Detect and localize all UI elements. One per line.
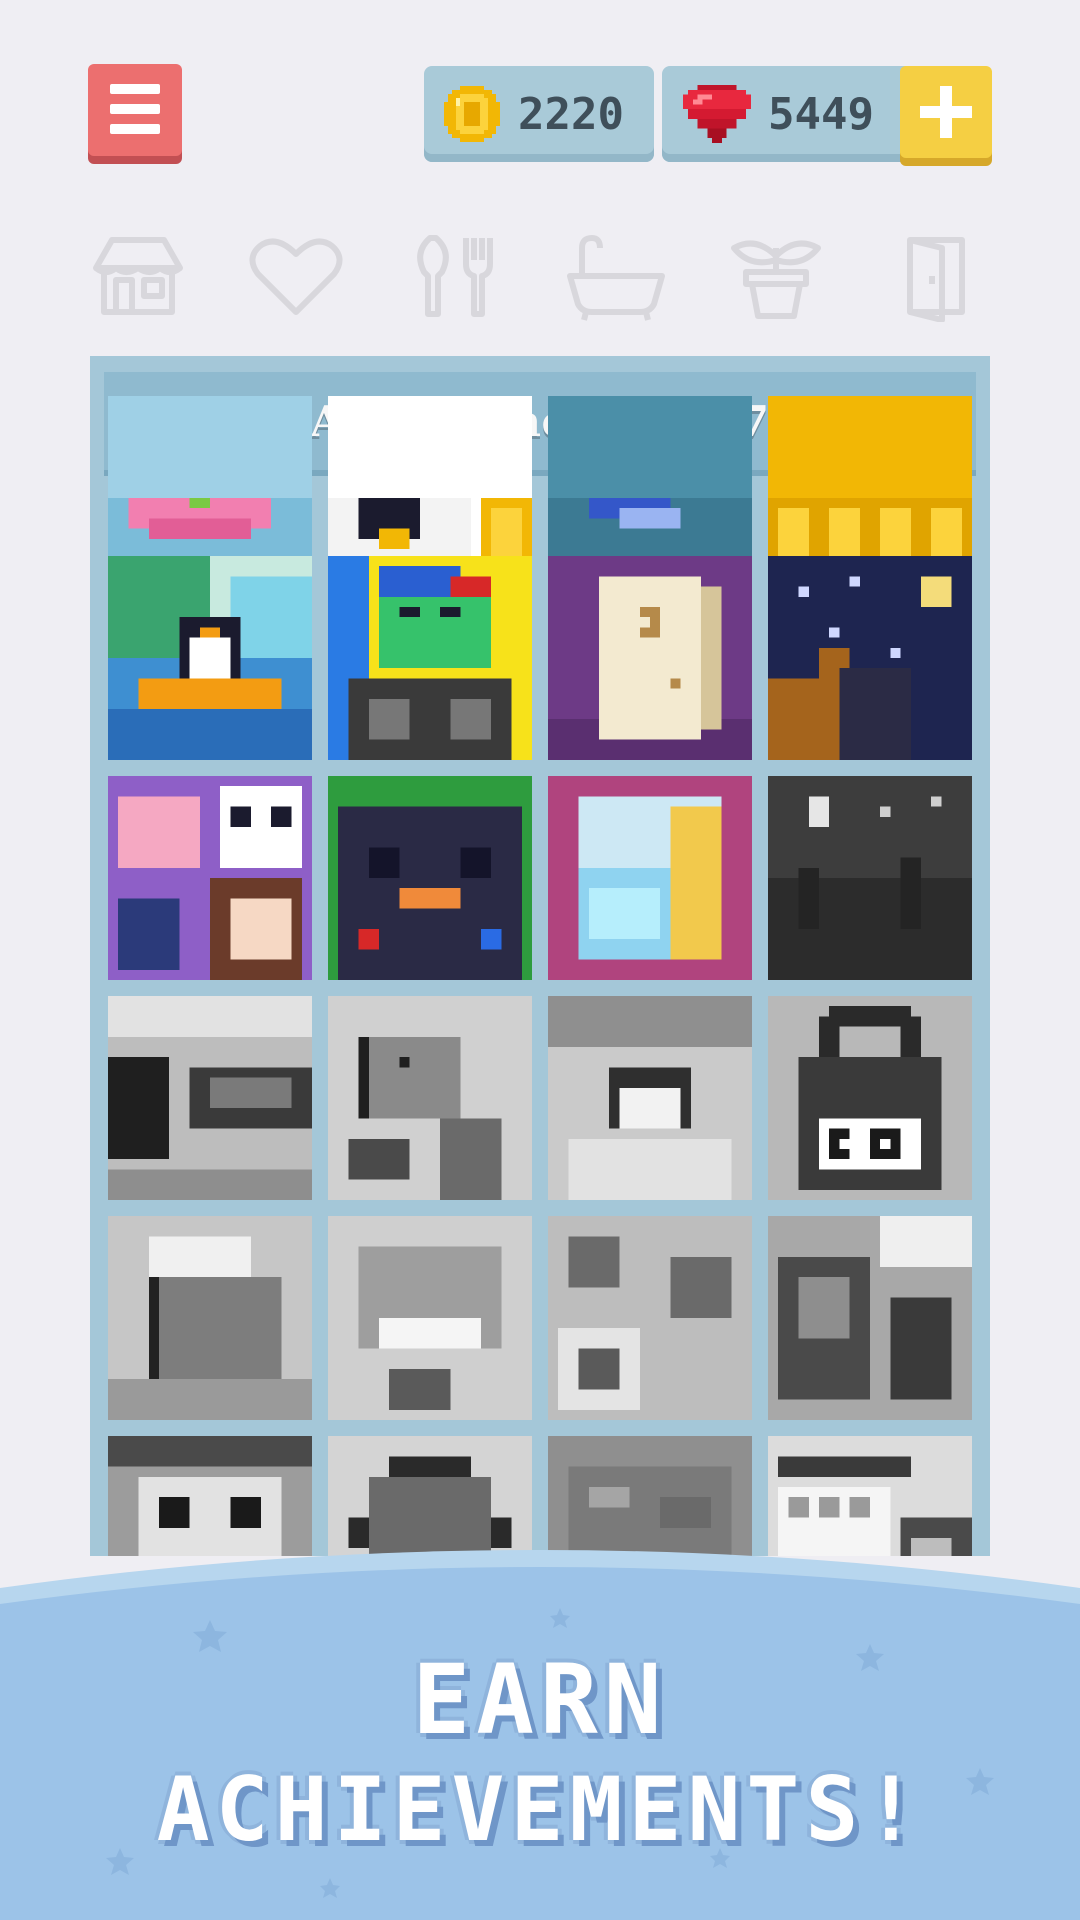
- banner-title-line2: ACHIEVEMENTS!: [156, 1758, 924, 1861]
- coin-counter: 2220: [424, 66, 654, 162]
- door-icon[interactable]: [886, 232, 986, 323]
- plant-icon[interactable]: [726, 232, 826, 322]
- achievement-tile-calendar[interactable]: [768, 1436, 972, 1556]
- add-currency-button[interactable]: [900, 66, 992, 158]
- achievement-tile-locked[interactable]: [108, 996, 312, 1200]
- promo-banner: EARN ACHIEVEMENTS!: [0, 1548, 1080, 1920]
- achievement-tile-locked[interactable]: [328, 996, 532, 1200]
- achievement-tile-locked[interactable]: [328, 1216, 532, 1420]
- gem-count: 5449: [768, 88, 874, 140]
- food-icon[interactable]: [406, 232, 506, 322]
- achievement-tile-friends[interactable]: [108, 776, 312, 980]
- achievement-tile-desert-night[interactable]: [768, 776, 972, 980]
- menu-button[interactable]: [88, 64, 182, 164]
- hamburger-icon: [88, 64, 182, 156]
- achievement-panel: Achievement 27/57: [90, 356, 990, 1556]
- achievement-tile-locked[interactable]: [108, 1436, 312, 1556]
- achievement-tile-locked[interactable]: [548, 996, 752, 1200]
- achievement-tile-penguin-boat[interactable]: [108, 556, 312, 760]
- achievement-tile-door[interactable]: [548, 556, 752, 760]
- bathtub-icon[interactable]: [566, 232, 666, 322]
- heart-icon[interactable]: [246, 232, 346, 322]
- achievement-tile-locked[interactable]: [768, 1216, 972, 1420]
- banner-title-line1: EARN: [412, 1644, 668, 1756]
- achievement-tile-bird[interactable]: [328, 776, 532, 980]
- coin-count: 2220: [518, 88, 624, 140]
- achievement-tile-jar[interactable]: [548, 776, 752, 980]
- achievement-tile-frog-radio[interactable]: [328, 556, 532, 760]
- achievement-tile-locked[interactable]: [548, 1216, 752, 1420]
- achievement-tile-locked[interactable]: [328, 1436, 532, 1556]
- achievement-tile-locked[interactable]: [548, 1436, 752, 1556]
- achievement-tile-night-cat[interactable]: [768, 556, 972, 760]
- coin-icon: [444, 86, 500, 142]
- house-icon[interactable]: [88, 232, 188, 322]
- achievement-tile-locked[interactable]: [108, 1216, 312, 1420]
- achievement-tile-kettlebell[interactable]: [768, 996, 972, 1200]
- ruby-icon: [683, 85, 751, 143]
